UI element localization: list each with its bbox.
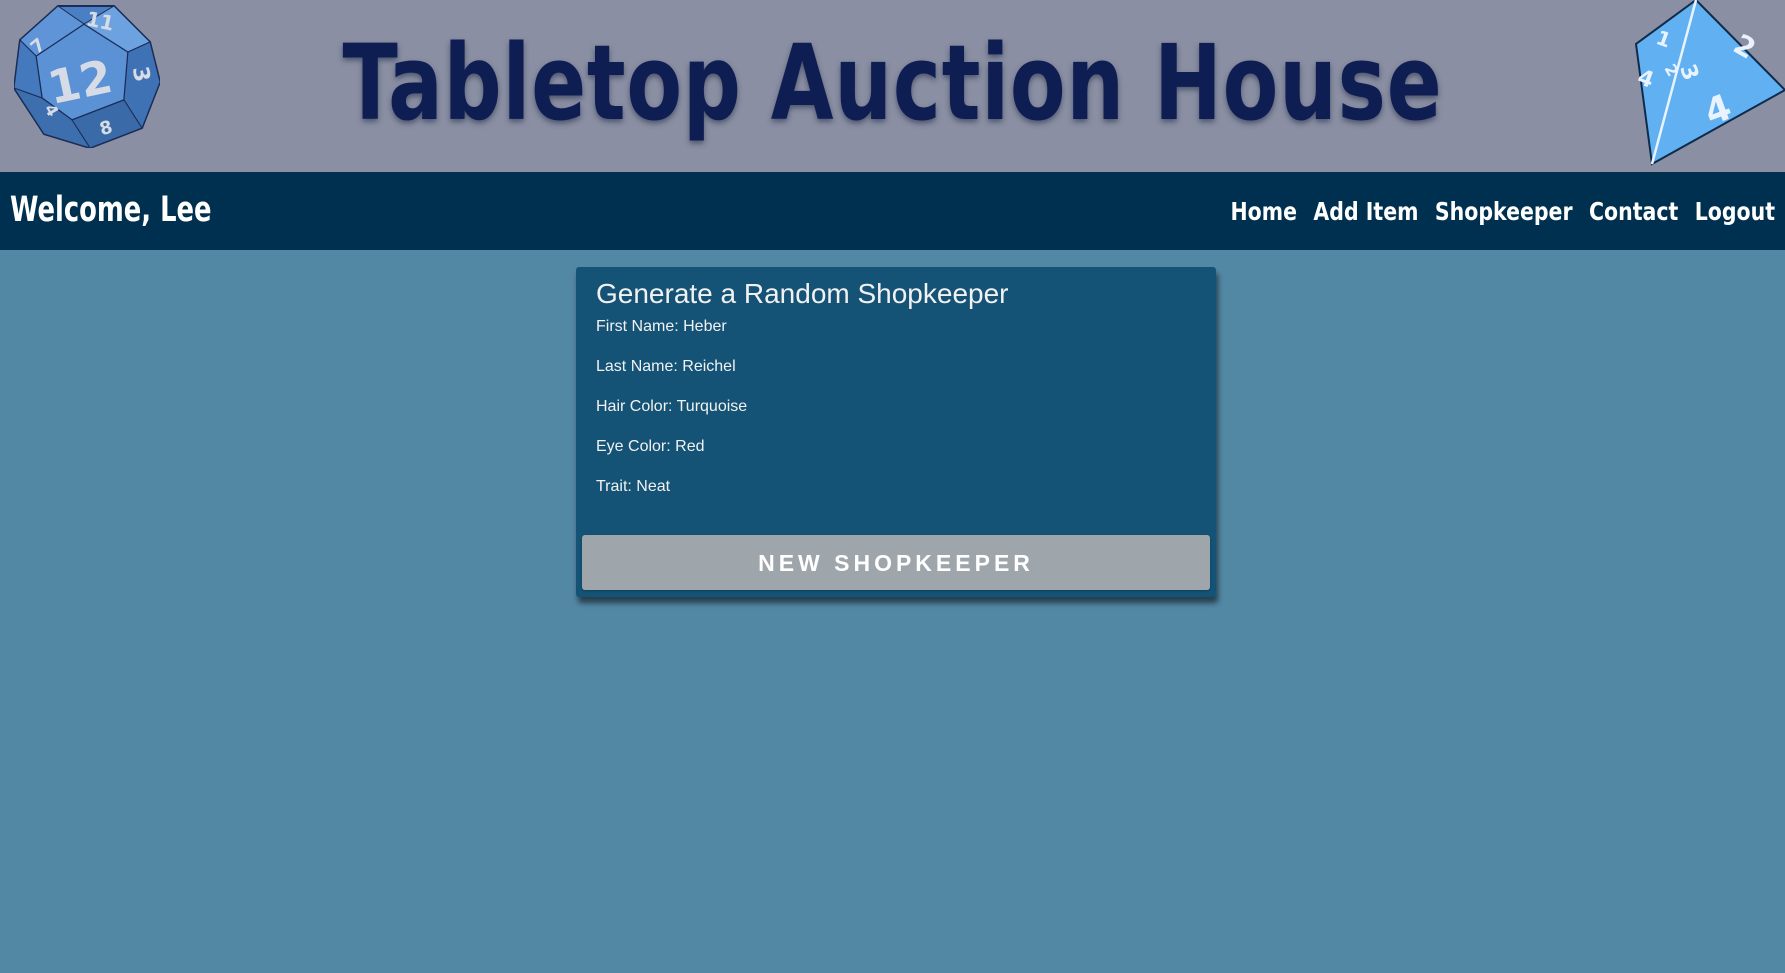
nav-link-add-item[interactable]: Add Item bbox=[1313, 196, 1418, 228]
card-title: Generate a Random Shopkeeper bbox=[596, 278, 1009, 309]
nav-link-contact[interactable]: Contact bbox=[1589, 196, 1678, 228]
site-title: Tabletop Auction House bbox=[342, 22, 1443, 144]
nav-link-logout[interactable]: Logout bbox=[1695, 196, 1775, 228]
trait-field: Trait: Neat bbox=[596, 478, 671, 495]
hair-color-field: Hair Color: Turquoise bbox=[596, 398, 748, 415]
nav-link-home[interactable]: Home bbox=[1231, 196, 1298, 228]
shopkeeper-card: Generate a Random Shopkeeper First Name:… bbox=[576, 267, 1216, 597]
nav-links: Home Add Item Shopkeeper Contact Logout bbox=[1214, 196, 1775, 228]
header-banner: 12 11 3 7 8 4 Tabletop Auction House 2 4… bbox=[0, 0, 1785, 172]
d12-die-icon: 12 11 3 7 8 4 bbox=[14, 2, 160, 148]
welcome-message: Welcome, Lee bbox=[10, 190, 212, 230]
nav-link-shopkeeper[interactable]: Shopkeeper bbox=[1435, 196, 1573, 228]
eye-color-field: Eye Color: Red bbox=[596, 438, 705, 455]
first-name-field: First Name: Heber bbox=[596, 318, 727, 335]
new-shopkeeper-button[interactable]: NEW SHOPKEEPER bbox=[582, 535, 1210, 590]
last-name-field: Last Name: Reichel bbox=[596, 358, 736, 375]
d4-die-icon: 2 4 3 4 1 2 bbox=[1632, 0, 1785, 166]
navbar: Welcome, Lee Home Add Item Shopkeeper Co… bbox=[0, 172, 1785, 250]
